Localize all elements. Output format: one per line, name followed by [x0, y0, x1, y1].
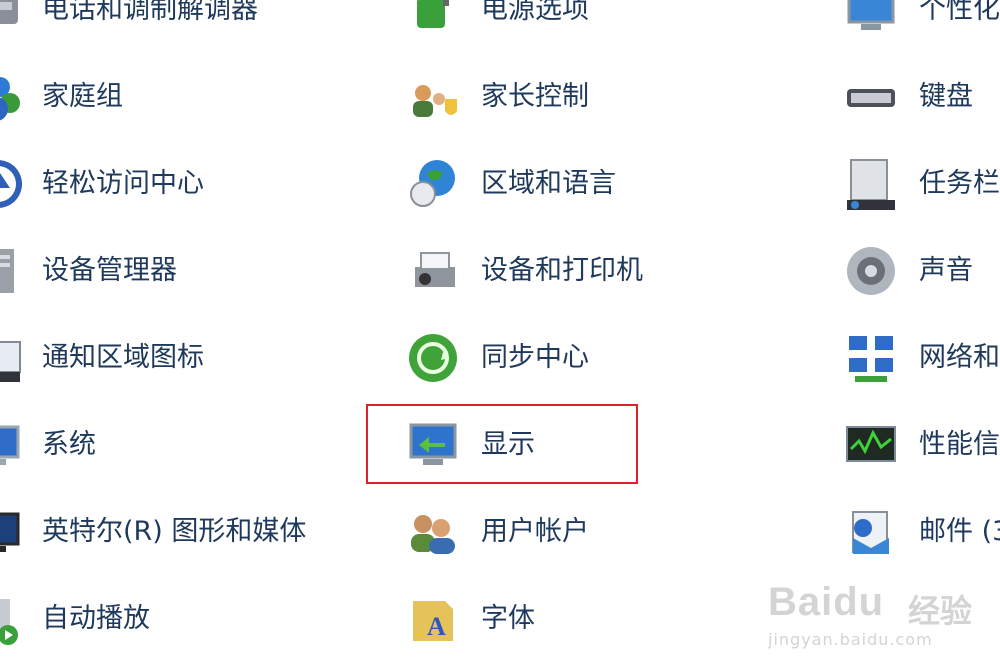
svg-text:A: A — [427, 612, 446, 641]
cp-item-network[interactable]: 网络和 — [843, 328, 1000, 388]
cp-item-region-language[interactable]: 区域和语言 — [405, 154, 665, 214]
cp-label: 电话和调制解调器 — [42, 0, 258, 25]
watermark-brand: Baidu — [768, 580, 885, 624]
cp-label: 轻松访问中心 — [42, 168, 204, 199]
cp-item-intel-graphics[interactable]: 英特尔(R) 图形和媒体 — [0, 502, 330, 562]
cp-item-user-accounts[interactable]: 用户帐户 — [405, 502, 665, 562]
cp-item-parental-controls[interactable]: 家长控制 — [405, 67, 665, 127]
cp-item-ease-of-access[interactable]: 轻松访问中心 — [0, 154, 330, 214]
taskbar-icon — [843, 156, 899, 212]
cp-label: 电源选项 — [481, 0, 589, 25]
cp-item-notification-area[interactable]: 通知区域图标 — [0, 328, 330, 388]
devices-printers-icon — [405, 243, 461, 299]
cp-label: 任务栏 — [919, 168, 1000, 199]
cp-label: 字体 — [481, 603, 535, 634]
cp-item-sound[interactable]: 声音 — [843, 241, 1000, 301]
fonts-icon: A — [405, 591, 461, 647]
phone-modem-icon — [0, 0, 26, 38]
cp-label: 家庭组 — [42, 81, 123, 112]
notification-area-icon — [0, 330, 26, 386]
intel-graphics-icon — [0, 504, 26, 560]
cp-label: 设备和打印机 — [481, 255, 643, 286]
cp-label: 同步中心 — [481, 342, 589, 373]
watermark-jingyan: 经验 — [908, 592, 973, 630]
device-manager-icon — [0, 243, 26, 299]
cp-label: 设备管理器 — [42, 255, 177, 286]
cp-label: 用户帐户 — [481, 516, 589, 547]
mail-icon — [843, 504, 899, 560]
cp-label: 个性化 — [919, 0, 1000, 25]
cp-item-taskbar[interactable]: 任务栏 — [843, 154, 1000, 214]
cp-item-keyboard[interactable]: 键盘 — [843, 67, 1000, 127]
system-icon — [0, 417, 26, 473]
cp-label: 键盘 — [919, 81, 973, 112]
cp-item-performance[interactable]: 性能信 — [843, 415, 1000, 475]
cp-label: 区域和语言 — [481, 168, 616, 199]
power-options-icon — [405, 0, 461, 38]
cp-label: 声音 — [919, 255, 973, 286]
cp-item-devices-printers[interactable]: 设备和打印机 — [405, 241, 665, 301]
user-accounts-icon — [405, 504, 461, 560]
cp-item-system[interactable]: 系统 — [0, 415, 330, 475]
cp-item-homegroup[interactable]: 家庭组 — [0, 67, 330, 127]
performance-icon — [843, 417, 899, 473]
network-icon — [843, 330, 899, 386]
cp-label: 系统 — [42, 429, 96, 460]
cp-label: 网络和 — [919, 342, 1000, 373]
highlight-box — [366, 404, 638, 484]
baidu-watermark: Baidu 经验 jingyan.baidu.com — [768, 570, 994, 650]
cp-item-mail[interactable]: 邮件 (3 — [843, 502, 1000, 562]
sync-center-icon — [405, 330, 461, 386]
cp-item-phone-modem[interactable]: 电话和调制解调器 — [0, 0, 330, 40]
cp-label: 性能信 — [919, 429, 1000, 460]
watermark-url: jingyan.baidu.com — [768, 630, 933, 649]
ease-of-access-icon — [0, 156, 26, 212]
cp-item-sync-center[interactable]: 同步中心 — [405, 328, 665, 388]
parental-controls-icon — [405, 69, 461, 125]
region-language-icon — [405, 156, 461, 212]
sound-icon — [843, 243, 899, 299]
cp-item-fonts[interactable]: A 字体 — [405, 589, 665, 649]
cp-item-power-options[interactable]: 电源选项 — [405, 0, 665, 40]
cp-label: 家长控制 — [481, 81, 589, 112]
homegroup-icon — [0, 69, 26, 125]
cp-label: 通知区域图标 — [42, 342, 204, 373]
personalization-icon — [843, 0, 899, 38]
cp-label: 自动播放 — [42, 603, 150, 634]
cp-item-personalization[interactable]: 个性化 — [843, 0, 1000, 40]
keyboard-icon — [843, 69, 899, 125]
cp-item-device-manager[interactable]: 设备管理器 — [0, 241, 330, 301]
cp-label: 邮件 (3 — [919, 516, 1000, 547]
cp-label: 英特尔(R) 图形和媒体 — [42, 516, 307, 547]
autoplay-icon — [0, 591, 26, 647]
cp-item-autoplay[interactable]: 自动播放 — [0, 589, 330, 649]
